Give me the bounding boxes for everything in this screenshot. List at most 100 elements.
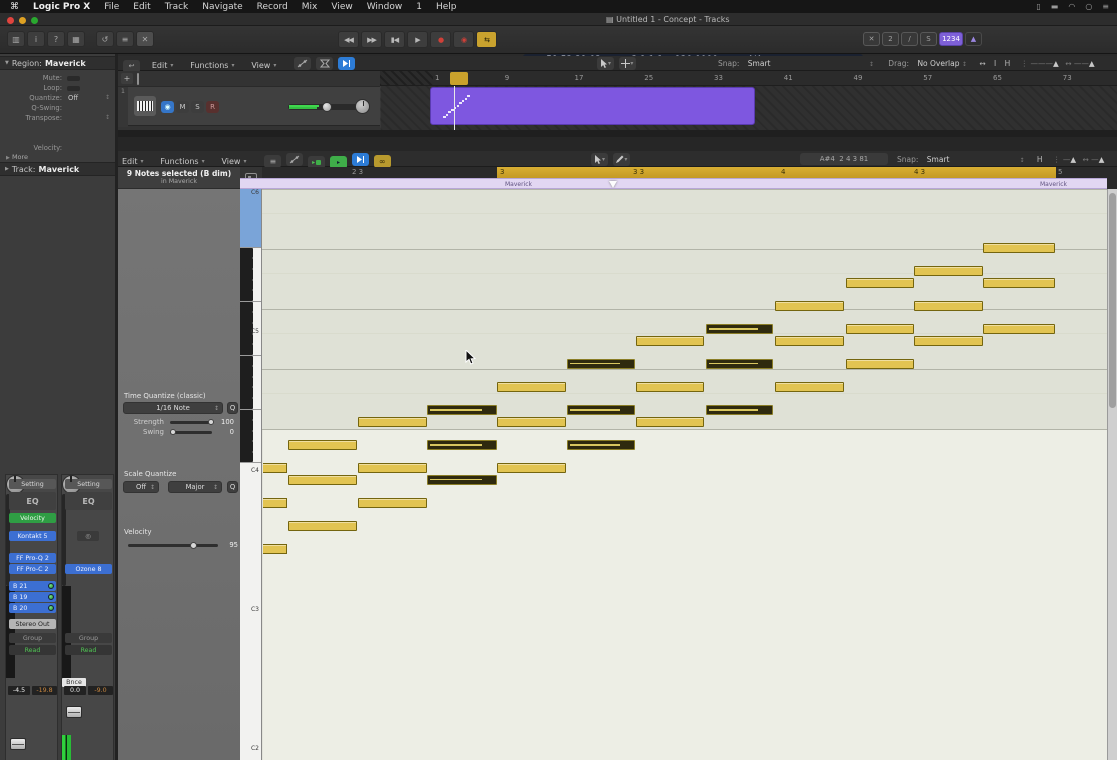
black-key[interactable] bbox=[240, 451, 253, 463]
track-volume-slider[interactable] bbox=[288, 102, 365, 112]
fader-cap[interactable] bbox=[10, 738, 26, 750]
tracks-ruler[interactable]: 1 9 17 25 33 41 49 57 65 73 bbox=[380, 71, 1117, 86]
zoom-h-icon[interactable]: ↔ bbox=[979, 59, 985, 68]
scale-mode-select[interactable]: Major ↕ bbox=[168, 481, 222, 493]
black-key[interactable] bbox=[240, 387, 253, 398]
setting-button[interactable]: Setting bbox=[9, 479, 56, 489]
velocity-slider[interactable] bbox=[128, 541, 218, 549]
note-a4-selected[interactable] bbox=[567, 358, 635, 369]
piano-keys[interactable]: C2 C3 C4 C5 C6 bbox=[240, 189, 262, 760]
menu-help[interactable]: Help bbox=[436, 2, 457, 12]
pressed-key-d4[interactable] bbox=[240, 223, 261, 236]
note-d5[interactable] bbox=[775, 301, 844, 312]
black-key[interactable] bbox=[240, 344, 253, 355]
inspector-row-velocity[interactable]: Velocity: bbox=[0, 143, 115, 153]
horizontal-zoom-slider[interactable]: ↔ ——▲ bbox=[1065, 59, 1094, 68]
inspector-row-blank[interactable] bbox=[0, 123, 115, 133]
solo-button[interactable]: S bbox=[920, 32, 937, 46]
note-e5[interactable] bbox=[846, 277, 914, 288]
fader-cap[interactable] bbox=[66, 706, 82, 718]
note-a4[interactable] bbox=[846, 358, 914, 369]
replace-button[interactable]: 2 bbox=[882, 32, 899, 46]
tracks-lane[interactable] bbox=[380, 86, 1117, 130]
zoom-v-icon[interactable]: Ⅰ bbox=[994, 59, 996, 68]
tracks-view-menu[interactable]: View ▾ bbox=[251, 61, 276, 70]
menu-1[interactable]: 1 bbox=[416, 2, 422, 12]
note-b4[interactable] bbox=[914, 335, 983, 346]
go-to-beginning-button[interactable]: ▮◀ bbox=[384, 31, 405, 48]
quick-help-icon[interactable]: ? bbox=[47, 31, 65, 47]
black-key[interactable] bbox=[240, 430, 253, 442]
black-key[interactable] bbox=[240, 333, 253, 345]
send-knob[interactable] bbox=[48, 605, 54, 611]
toggle[interactable] bbox=[67, 86, 80, 91]
piano-roll-grid[interactable] bbox=[262, 189, 1107, 760]
wifi-icon[interactable]: ◠ bbox=[1068, 2, 1075, 11]
note-b4[interactable] bbox=[636, 335, 704, 346]
group-button[interactable]: Group bbox=[65, 633, 112, 643]
note-g5[interactable] bbox=[983, 243, 1055, 254]
pressed-key-b3[interactable] bbox=[240, 235, 261, 247]
output-button[interactable]: Stereo Out bbox=[9, 619, 56, 629]
window-title-bar[interactable]: ▤ Untitled 1 - Concept - Tracks bbox=[0, 13, 1117, 26]
instrument-slot[interactable]: Kontakt 5 bbox=[9, 531, 56, 541]
plugin-slot[interactable]: FF Pro-Q 2 bbox=[9, 553, 56, 563]
inspector-row-quantize[interactable]: Quantize: Off ↕ bbox=[0, 93, 115, 103]
track-inspector-header[interactable]: ▶ Track: Maverick bbox=[0, 162, 115, 176]
setting-button[interactable]: Setting bbox=[65, 479, 112, 489]
note-e4[interactable] bbox=[497, 416, 566, 427]
note-c5-selected[interactable] bbox=[706, 324, 773, 335]
snap-select[interactable]: Smart ↕ bbox=[748, 59, 874, 68]
black-key[interactable] bbox=[240, 397, 253, 409]
plugin-velocity[interactable]: Velocity bbox=[9, 513, 56, 523]
cycle-region[interactable] bbox=[450, 72, 468, 85]
app-menu[interactable]: Logic Pro X bbox=[33, 2, 90, 12]
send-knob[interactable] bbox=[48, 583, 54, 589]
note-e4[interactable] bbox=[358, 416, 427, 427]
record-button[interactable]: ● bbox=[430, 31, 451, 48]
track-on-button[interactable]: ◉ bbox=[161, 101, 174, 113]
add-track-button[interactable]: + bbox=[121, 73, 133, 84]
menu-track[interactable]: Track bbox=[165, 2, 189, 12]
menu-view[interactable]: View bbox=[331, 2, 352, 12]
note-g4[interactable] bbox=[636, 382, 704, 393]
black-key[interactable] bbox=[240, 312, 253, 323]
vertical-scrollbar[interactable] bbox=[1107, 189, 1117, 760]
solo-off-button[interactable]: ✕ bbox=[863, 32, 880, 46]
track-solo-button[interactable]: S bbox=[191, 101, 204, 113]
note-f4-selected[interactable] bbox=[706, 405, 773, 416]
pr-view-menu[interactable]: View ▾ bbox=[221, 157, 246, 166]
region-lane[interactable]: Maverick Maverick bbox=[240, 178, 1107, 189]
note-d4[interactable] bbox=[288, 440, 357, 451]
tracks-edit-menu[interactable]: Edit ▾ bbox=[152, 61, 174, 70]
black-key[interactable] bbox=[240, 247, 253, 259]
midi-region-maverick[interactable] bbox=[430, 87, 755, 125]
menu-mix[interactable]: Mix bbox=[302, 2, 318, 12]
tracks-functions-menu[interactable]: Functions ▾ bbox=[190, 61, 234, 70]
menu-file[interactable]: File bbox=[104, 2, 119, 12]
automation-mode-button[interactable]: Read bbox=[9, 645, 56, 655]
apple-menu-icon[interactable]: ⌘ bbox=[10, 2, 19, 12]
inspector-row-q-swing[interactable]: Q-Swing: bbox=[0, 103, 115, 113]
note-a3[interactable] bbox=[358, 497, 427, 508]
inspector-row-loop[interactable]: Loop: bbox=[0, 83, 115, 93]
black-key[interactable] bbox=[240, 441, 253, 452]
track-pan-knob[interactable] bbox=[355, 99, 370, 114]
scale-apply-button[interactable]: Q bbox=[227, 481, 238, 493]
note-b3-selected[interactable] bbox=[427, 474, 497, 485]
black-key[interactable] bbox=[240, 290, 253, 301]
automation-icon[interactable] bbox=[294, 57, 312, 70]
pressed-key-a4[interactable] bbox=[240, 200, 261, 213]
play-button[interactable]: ▶ bbox=[407, 31, 428, 48]
note-c4[interactable] bbox=[497, 463, 566, 474]
piano-roll-ruler[interactable]: 2 3 3 3 3 4 4 3 5 bbox=[262, 167, 1107, 178]
note-g4[interactable] bbox=[775, 382, 844, 393]
note-c5[interactable] bbox=[846, 324, 914, 335]
mixer-icon[interactable]: ≡ bbox=[116, 31, 134, 47]
region-inspector-header[interactable]: ▼ Region: Maverick bbox=[0, 56, 115, 70]
note-e4[interactable] bbox=[636, 416, 704, 427]
black-key[interactable] bbox=[240, 269, 253, 280]
editor-divider[interactable] bbox=[118, 130, 1117, 137]
battery-icon[interactable]: ▬ bbox=[1051, 2, 1059, 11]
pr-pencil-tool-menu[interactable]: ▾ bbox=[612, 153, 630, 166]
